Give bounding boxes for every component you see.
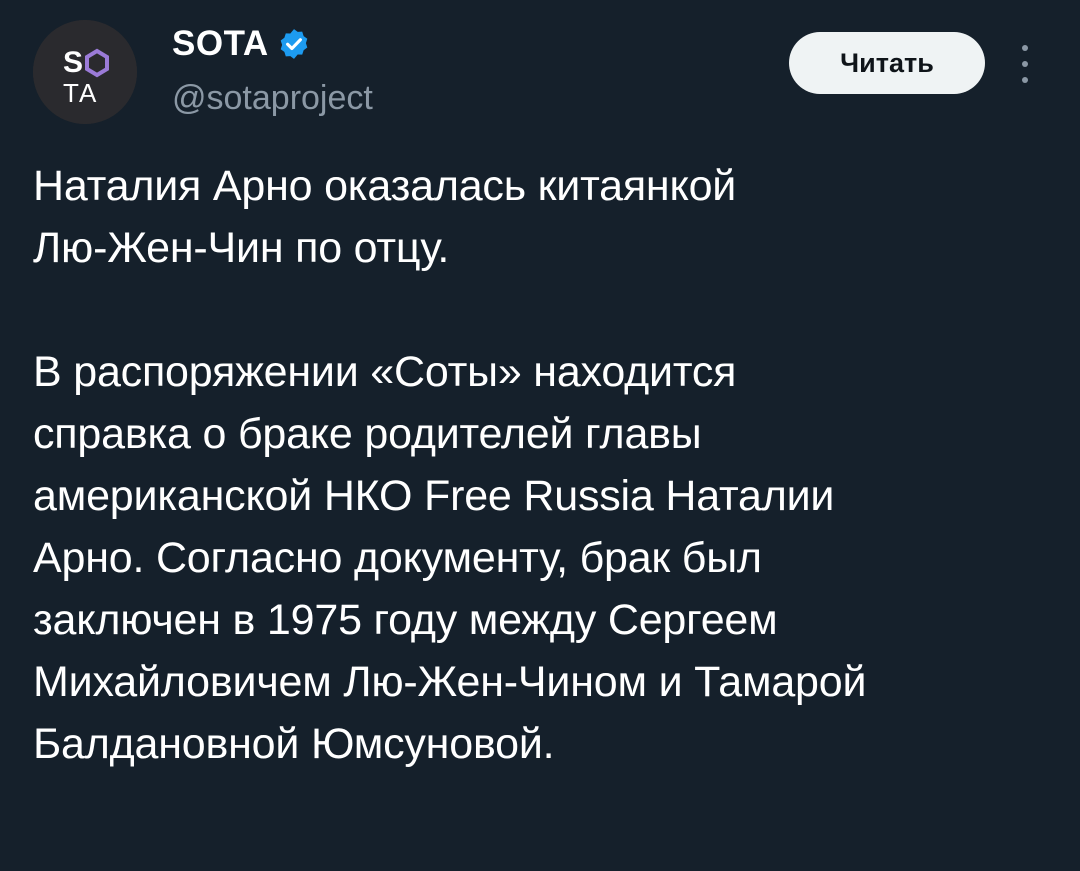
tweet-line: Михайловичем Лю-Жен-Чином и Тамарой <box>33 658 867 706</box>
tweet-line: В распоряжении «Соты» находится <box>33 348 737 396</box>
follow-button[interactable]: Читать <box>789 32 985 94</box>
avatar-letter-s: S <box>63 46 83 79</box>
more-dot <box>1022 77 1028 83</box>
tweet-line: справка о браке родителей главы <box>33 410 702 458</box>
avatar-text-bottom: TA <box>63 78 98 108</box>
sota-logo-icon: S TA <box>33 20 137 124</box>
verified-badge-icon <box>277 27 311 61</box>
tweet-line: Наталия Арно оказалась китаянкой <box>33 162 737 210</box>
tweet-text: Наталия Арно оказалась китаянкой Лю-Жен-Ч… <box>33 155 1043 775</box>
avatar[interactable]: S TA <box>33 20 137 124</box>
author-name-row: SOTA <box>172 24 373 64</box>
more-vertical-icon[interactable] <box>1010 42 1040 86</box>
author-handle[interactable]: @sotaproject <box>172 78 373 118</box>
more-dot <box>1022 45 1028 51</box>
tweet-card: S TA SOTA @sotaproject Читать Наталия Ар… <box>0 0 1080 871</box>
more-dot <box>1022 61 1028 67</box>
author-name[interactable]: SOTA <box>172 24 269 64</box>
tweet-line: заключен в 1975 году между Сергеем <box>33 596 778 644</box>
tweet-line: Лю-Жен-Чин по отцу. <box>33 224 450 272</box>
tweet-line: Арно. Согласно документу, брак был <box>33 534 762 582</box>
tweet-line: американской НКО Free Russia Наталии <box>33 472 835 520</box>
author-info: SOTA @sotaproject <box>172 24 373 118</box>
tweet-line: Балдановной Юмсуновой. <box>33 720 555 768</box>
